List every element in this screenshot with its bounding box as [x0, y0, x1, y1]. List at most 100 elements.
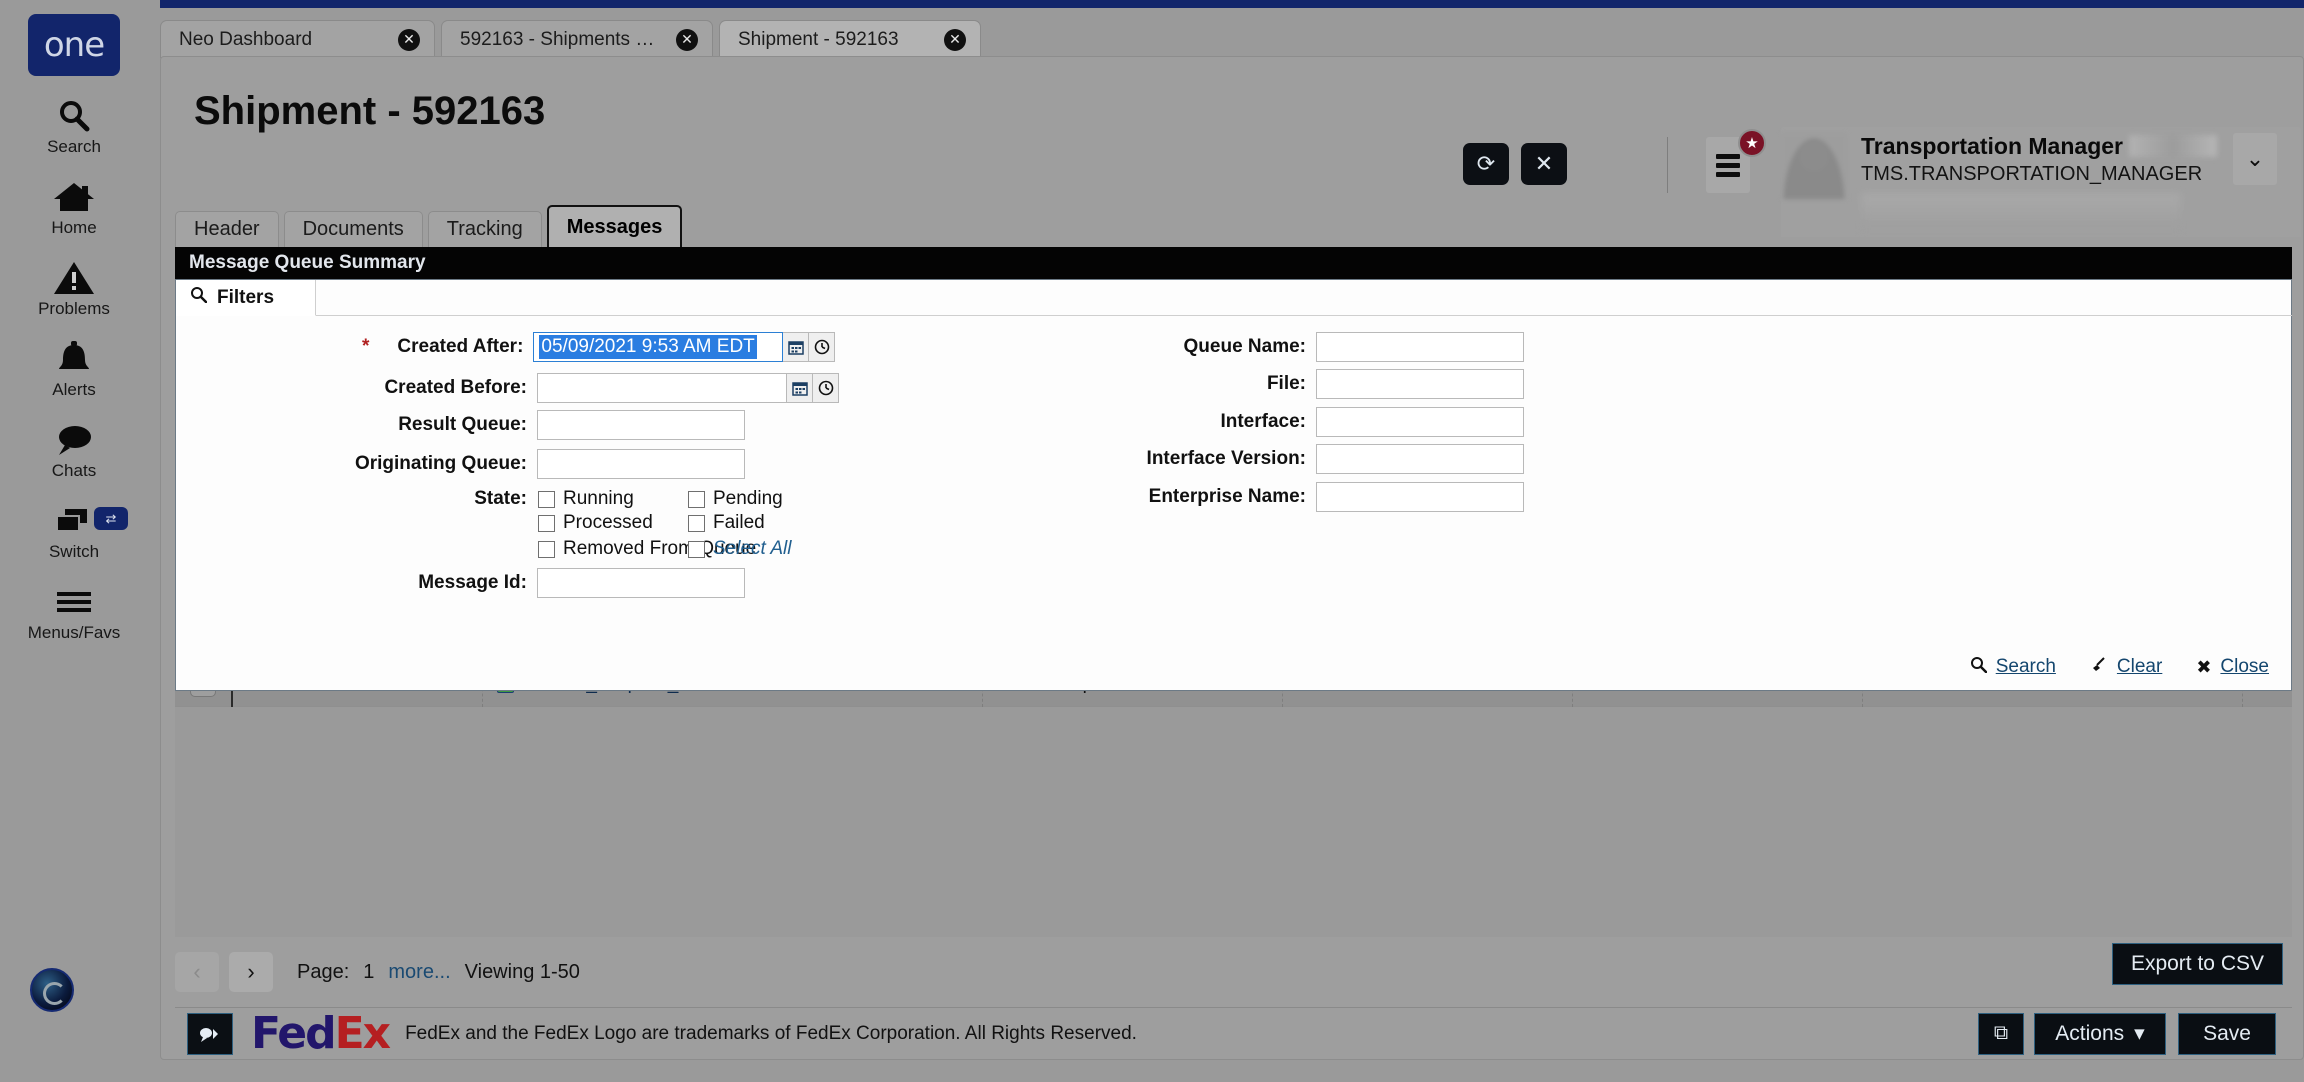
app-tab-shipment-detail[interactable]: Shipment - 592163 ✕ — [719, 20, 981, 58]
sidebar-item-problems[interactable]: Problems — [0, 258, 148, 319]
checkbox-icon[interactable] — [538, 514, 555, 532]
app-tab-shipments-list[interactable]: 592163 - Shipments : by Shipme... ✕ — [441, 20, 713, 58]
calendar-icon[interactable] — [783, 332, 810, 362]
sidebar-item-search[interactable]: Search — [0, 96, 148, 157]
copy-button[interactable]: ⧉ — [1978, 1012, 2024, 1055]
state-checkbox-running[interactable]: Running — [538, 488, 634, 510]
actions-button[interactable]: Actions ▾ — [2034, 1012, 2166, 1055]
app-tab-neo-dashboard[interactable]: Neo Dashboard ✕ — [160, 20, 435, 58]
trademark-text: FedEx and the FedEx Logo are trademarks … — [405, 1022, 1137, 1044]
clear-label: Clear — [2116, 656, 2163, 677]
sidebar-item-label: Search — [47, 137, 101, 156]
interface-version-input[interactable] — [1316, 444, 1524, 474]
save-button[interactable]: Save — [2178, 1012, 2276, 1055]
clock-icon[interactable] — [813, 373, 839, 403]
calendar-icon[interactable] — [787, 373, 813, 403]
tab-title: Neo Dashboard — [179, 28, 313, 50]
sidebar-item-chats[interactable]: Chats ⇄ — [0, 420, 148, 481]
prev-page-button[interactable]: ‹ — [175, 952, 219, 992]
actions-label: Actions — [2055, 1021, 2125, 1045]
field-queue-name: Queue Name: — [966, 332, 1524, 362]
sidebar-item-label: Menus/Favs — [27, 623, 121, 642]
switch-badge[interactable]: ⇄ — [94, 507, 128, 530]
refresh-button[interactable]: ⟳ — [1463, 143, 1509, 185]
field-label: Result Queue: — [398, 414, 527, 435]
close-icon[interactable]: ✕ — [944, 28, 966, 51]
required-marker: * — [362, 336, 370, 357]
hamburger-icon — [1716, 150, 1740, 181]
avatar — [1781, 133, 1847, 199]
field-label: Enterprise Name: — [1148, 486, 1306, 507]
checkbox-icon[interactable] — [688, 514, 705, 532]
close-filters-button[interactable]: ✖ Close — [2196, 656, 2269, 678]
result-queue-input[interactable] — [537, 410, 745, 440]
search-button[interactable]: Search — [1970, 656, 2056, 678]
created-before-input[interactable] — [537, 373, 787, 403]
close-icon[interactable]: ✕ — [398, 28, 420, 51]
select-all-link[interactable]: Select All — [713, 538, 792, 560]
clear-button[interactable]: Clear — [2090, 656, 2162, 678]
tab-label: Header — [194, 218, 260, 240]
clock-icon[interactable] — [809, 332, 836, 362]
state-checkbox-pending[interactable]: Pending — [688, 488, 783, 510]
tab-messages[interactable]: Messages — [546, 205, 683, 247]
field-result-queue: Result Queue: — [362, 410, 745, 440]
pagination-text: Page: 1 more... Viewing 1-50 — [297, 961, 580, 984]
favorites-star-badge[interactable]: ★ — [1738, 129, 1766, 157]
detail-tabs: Header Documents Tracking Messages — [175, 205, 687, 247]
fedex-logo-fed: Fed — [251, 1007, 337, 1059]
field-created-before: Created Before: — [362, 373, 839, 403]
checkbox-label: Running — [563, 488, 634, 509]
sidebar-item-menus-favs[interactable]: Menus/Favs — [0, 582, 148, 643]
tab-tracking[interactable]: Tracking — [427, 211, 542, 247]
page-title: Shipment - 592163 — [194, 89, 546, 133]
field-label: Message Id: — [418, 572, 527, 593]
app-shell: Neo Dashboard ✕ 592163 - Shipments : by … — [148, 0, 2304, 1082]
next-page-button[interactable]: › — [229, 952, 273, 992]
checkbox-icon[interactable] — [688, 540, 705, 558]
page-card: Shipment - 592163 ⟳ ✕ ★ Transportation M… — [160, 56, 2304, 1060]
created-after-value: 05/09/2021 9:53 AM EDT — [539, 335, 757, 359]
page-label: Page: — [297, 960, 350, 983]
originating-queue-input[interactable] — [537, 449, 745, 479]
user-role: TMS.TRANSPORTATION_MANAGER — [1861, 163, 2203, 185]
user-menu-caret[interactable]: ⌄ — [2233, 133, 2277, 185]
checkbox-icon[interactable] — [538, 540, 555, 558]
page-footer: FedEx FedEx and the FedEx Logo are trade… — [175, 1007, 2292, 1059]
state-checkbox-processed[interactable]: Processed — [538, 512, 653, 534]
bell-icon — [54, 339, 94, 379]
message-id-input[interactable] — [537, 568, 745, 598]
one-logo[interactable]: one — [28, 14, 120, 76]
chat-support-button[interactable] — [187, 1012, 233, 1055]
sidebar-item-switch[interactable]: Switch ⇄ — [0, 501, 148, 562]
sidebar-item-alerts[interactable]: Alerts — [0, 339, 148, 400]
queue-name-input[interactable] — [1316, 332, 1524, 362]
checkbox-icon[interactable] — [538, 490, 555, 508]
switch-windows-icon — [52, 501, 96, 541]
field-label: Created After: — [397, 336, 524, 357]
state-checkbox-failed[interactable]: Failed — [688, 512, 765, 534]
checkbox-label: Failed — [713, 512, 765, 533]
close-page-button[interactable]: ✕ — [1521, 143, 1567, 185]
field-file: File: — [966, 369, 1524, 399]
more-pages-link[interactable]: more... — [388, 961, 450, 984]
interface-input[interactable] — [1316, 407, 1524, 437]
enterprise-name-input[interactable] — [1316, 482, 1524, 512]
sidebar-item-label: Home — [51, 218, 97, 237]
field-label: File: — [1266, 373, 1306, 394]
tab-documents[interactable]: Documents — [283, 211, 423, 247]
field-label: Interface Version: — [1146, 448, 1306, 469]
tab-header[interactable]: Header — [175, 211, 279, 247]
close-icon[interactable]: ✕ — [676, 28, 698, 51]
created-after-input[interactable]: 05/09/2021 9:53 AM EDT — [533, 332, 784, 362]
field-label: Originating Queue: — [354, 453, 527, 474]
sidebar-item-home[interactable]: Home — [0, 177, 148, 238]
state-checkbox-select-all[interactable]: Select All — [688, 538, 792, 560]
filters-tab[interactable]: Filters — [176, 280, 316, 316]
file-input[interactable] — [1316, 369, 1524, 399]
export-to-csv-button[interactable]: Export to CSV — [2111, 943, 2283, 985]
checkbox-icon[interactable] — [688, 490, 705, 508]
app-orb-icon[interactable] — [30, 968, 74, 1012]
fedex-logo: FedEx — [251, 1011, 391, 1056]
search-icon — [54, 96, 94, 136]
